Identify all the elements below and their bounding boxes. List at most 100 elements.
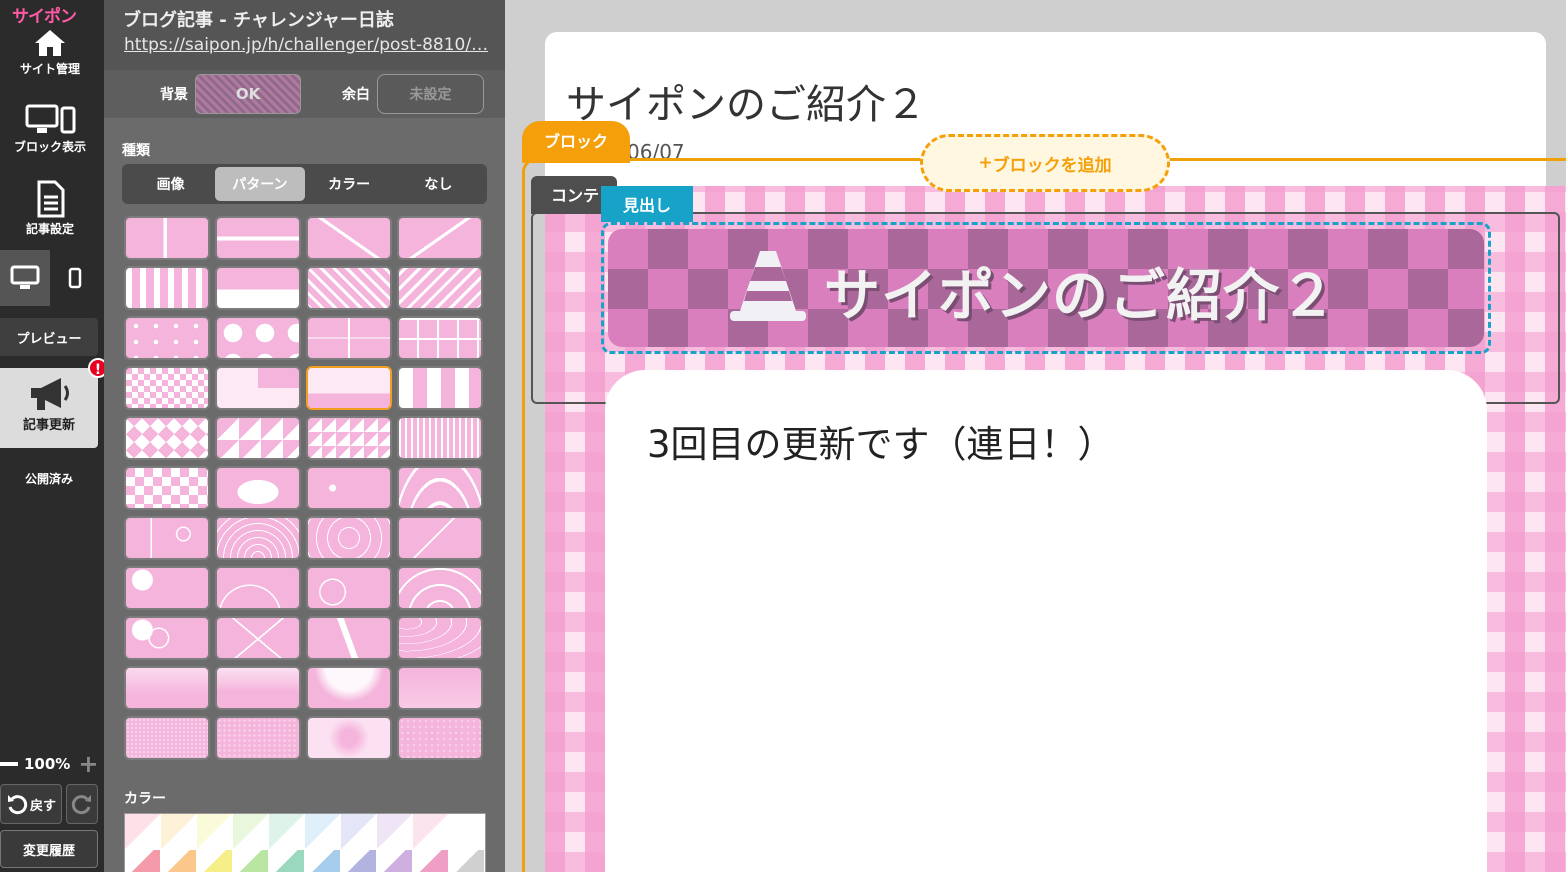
update-article-label: 記事更新 <box>22 418 75 433</box>
document-icon <box>37 180 65 218</box>
pattern-option[interactable] <box>397 666 483 710</box>
pattern-option[interactable] <box>124 616 210 660</box>
color-swatch[interactable] <box>269 814 305 850</box>
pattern-option[interactable] <box>397 266 483 310</box>
color-swatch[interactable] <box>341 814 377 850</box>
mobile-toggle[interactable] <box>50 250 100 306</box>
pattern-option[interactable] <box>397 366 483 410</box>
pattern-option[interactable] <box>306 616 392 660</box>
pattern-option[interactable] <box>124 316 210 360</box>
pattern-option[interactable] <box>306 266 392 310</box>
plus-icon: + <box>978 153 993 173</box>
pattern-option[interactable] <box>215 516 301 560</box>
type-tabs: 画像 パターン カラー なし <box>122 164 487 204</box>
pattern-option[interactable] <box>124 666 210 710</box>
background-settings-panel: ブログ記事 - チャレンジャー日誌 https://saipon.jp/h/ch… <box>104 0 505 872</box>
color-swatch[interactable] <box>305 814 341 850</box>
color-swatch[interactable] <box>197 814 233 850</box>
color-swatch[interactable] <box>269 850 305 872</box>
site-manage-button[interactable]: サイト管理 <box>0 28 100 77</box>
pattern-option[interactable] <box>215 366 301 410</box>
preview-button[interactable]: プレビュー <box>0 318 98 356</box>
color-swatch[interactable] <box>449 814 485 850</box>
page-url-link[interactable]: https://saipon.jp/h/challenger/post-8810… <box>124 35 506 55</box>
undo-button[interactable]: 戻す <box>0 784 62 824</box>
article-title[interactable]: サイポンのご紹介２ <box>566 72 926 130</box>
color-swatch[interactable] <box>161 814 197 850</box>
tab-color[interactable]: カラー <box>305 167 394 201</box>
pattern-option[interactable] <box>397 466 483 510</box>
pattern-option[interactable] <box>306 216 392 260</box>
color-swatch[interactable] <box>341 850 377 872</box>
pattern-option[interactable] <box>397 516 483 560</box>
pattern-option[interactable] <box>306 716 392 760</box>
zoom-level: 100% <box>24 755 71 773</box>
pattern-option[interactable] <box>124 416 210 460</box>
pattern-option[interactable] <box>306 516 392 560</box>
pattern-option[interactable] <box>124 516 210 560</box>
pattern-option[interactable] <box>124 466 210 510</box>
pattern-option[interactable] <box>215 666 301 710</box>
margin-setting-button[interactable]: 未設定 <box>377 74 484 114</box>
article-settings-button[interactable]: 記事設定 <box>0 180 100 237</box>
color-swatch[interactable] <box>377 814 413 850</box>
pattern-option[interactable] <box>215 466 301 510</box>
tab-image[interactable]: 画像 <box>126 167 215 201</box>
pattern-option[interactable] <box>306 466 392 510</box>
background-ok-button[interactable]: OK <box>195 74 301 114</box>
desktop-toggle[interactable] <box>0 250 50 306</box>
color-swatch[interactable] <box>125 814 161 850</box>
pattern-option[interactable] <box>215 616 301 660</box>
pattern-option[interactable] <box>397 416 483 460</box>
published-status: 公開済み <box>24 472 73 486</box>
block-tab[interactable]: ブロック <box>522 121 630 163</box>
pattern-option[interactable] <box>306 316 392 360</box>
pattern-option[interactable] <box>215 216 301 260</box>
pattern-option[interactable] <box>124 566 210 610</box>
color-swatch[interactable] <box>125 850 161 872</box>
pattern-option[interactable] <box>306 666 392 710</box>
color-swatch[interactable] <box>449 850 485 872</box>
app-logo[interactable]: サイポン <box>12 2 77 27</box>
pattern-option[interactable] <box>397 616 483 660</box>
update-article-button[interactable]: 記事更新 <box>0 368 98 448</box>
color-swatch[interactable] <box>197 850 233 872</box>
pattern-option[interactable] <box>215 716 301 760</box>
pattern-option[interactable] <box>215 316 301 360</box>
color-swatch[interactable] <box>413 850 449 872</box>
pattern-option[interactable] <box>306 566 392 610</box>
redo-button[interactable] <box>66 784 98 824</box>
add-block-button[interactable]: + ブロックを追加 <box>920 134 1170 192</box>
block-view-button[interactable]: ブロック表示 <box>0 104 100 155</box>
pattern-option[interactable] <box>397 316 483 360</box>
zoom-in-icon[interactable]: + <box>78 752 98 776</box>
logo-text: サイポン <box>12 7 77 27</box>
change-history-button[interactable]: 変更履歴 <box>0 830 98 868</box>
color-swatch[interactable] <box>377 850 413 872</box>
pattern-option[interactable] <box>124 216 210 260</box>
pattern-option[interactable] <box>397 216 483 260</box>
type-label: 種類 <box>122 143 150 159</box>
pattern-option[interactable] <box>397 566 483 610</box>
pattern-option[interactable] <box>306 416 392 460</box>
heading-text: サイポンのご紹介２ <box>824 264 1337 329</box>
color-swatch[interactable] <box>305 850 341 872</box>
pattern-option[interactable] <box>124 366 210 410</box>
pattern-option[interactable] <box>124 716 210 760</box>
color-swatch[interactable] <box>161 850 197 872</box>
pattern-option[interactable] <box>215 266 301 310</box>
color-swatch[interactable] <box>233 814 269 850</box>
color-swatch[interactable] <box>413 814 449 850</box>
color-swatch[interactable] <box>233 850 269 872</box>
tab-none[interactable]: なし <box>394 167 483 201</box>
pattern-option[interactable] <box>124 266 210 310</box>
pattern-option[interactable] <box>397 716 483 760</box>
body-text[interactable]: 3回目の更新です（連日！） <box>647 414 1115 468</box>
zoom-out-icon[interactable] <box>0 762 18 766</box>
pattern-option[interactable] <box>306 366 392 410</box>
heading-tab[interactable]: 見出し <box>601 186 693 222</box>
heading-block[interactable]: サイポンのご紹介２ <box>601 222 1491 354</box>
pattern-option[interactable] <box>215 416 301 460</box>
pattern-option[interactable] <box>215 566 301 610</box>
tab-pattern[interactable]: パターン <box>215 167 305 201</box>
